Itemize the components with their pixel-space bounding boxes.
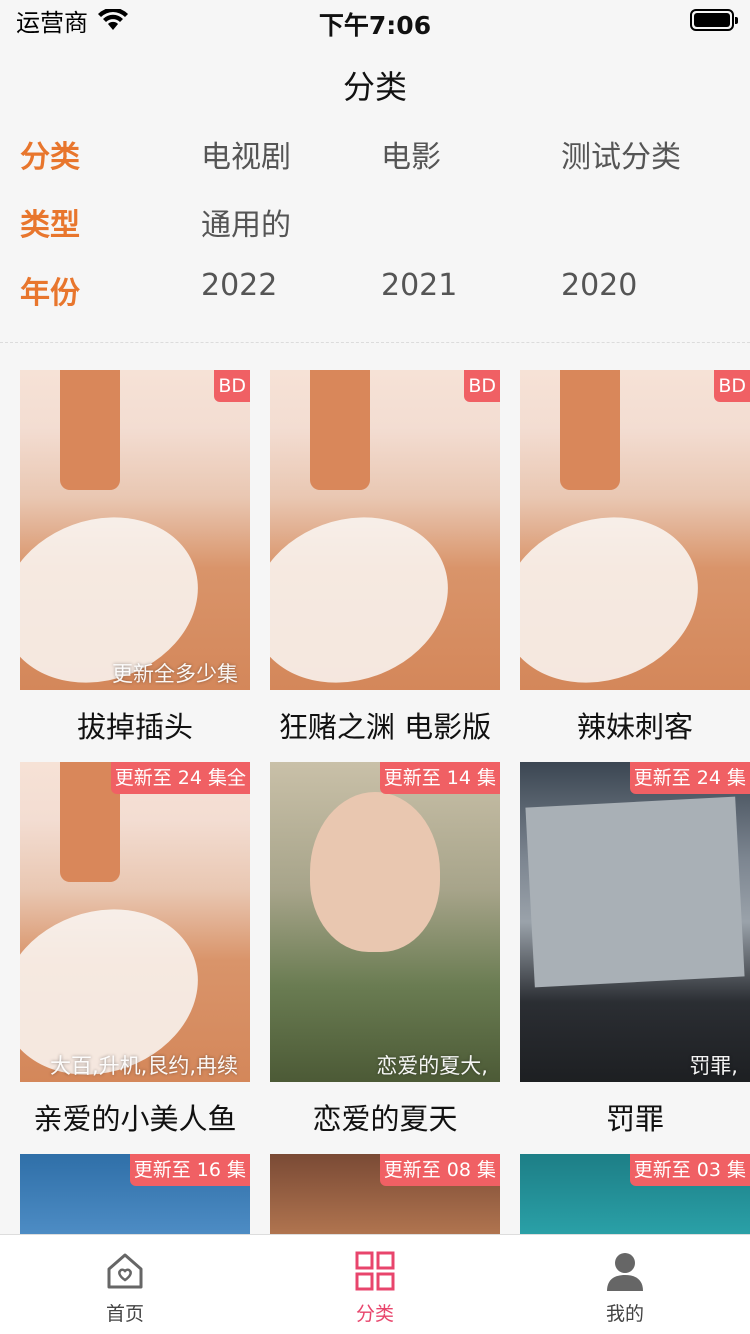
filter-option[interactable]: 2020 xyxy=(561,268,637,303)
poster-image[interactable]: BD xyxy=(270,370,500,690)
filter-option[interactable]: 通用的 xyxy=(201,200,291,244)
poster-image[interactable]: BD 更新全多少集 xyxy=(20,370,250,690)
poster-image[interactable]: 更新至 14 集 恋爱的夏大, xyxy=(270,762,500,1082)
video-card[interactable]: 更新至 14 集 恋爱的夏大, 恋爱的夏天 xyxy=(270,762,500,1138)
poster-image[interactable]: 更新至 24 集全 大百,升机,艮约,冉续 xyxy=(20,762,250,1082)
status-left: 运营商 xyxy=(16,3,128,38)
filter-option[interactable]: 电影 xyxy=(381,132,441,176)
video-card[interactable]: 更新至 24 集全 大百,升机,艮约,冉续 亲爱的小美人鱼 xyxy=(20,762,250,1138)
poster-caption: 大百,升机,艮约,冉续 xyxy=(49,1054,238,1078)
poster-image[interactable]: 更新至 03 集 xyxy=(520,1154,750,1234)
tab-label: 我的 xyxy=(605,1303,644,1325)
status-badge: 更新至 24 集 xyxy=(629,762,750,794)
poster-image[interactable]: 更新至 24 集 罚罪, xyxy=(520,762,750,1082)
video-title[interactable]: 亲爱的小美人鱼 xyxy=(20,1096,250,1138)
status-badge: BD xyxy=(464,370,500,402)
home-icon xyxy=(107,1253,143,1289)
filter-option[interactable]: 2022 xyxy=(201,268,277,303)
battery-icon xyxy=(690,9,738,31)
video-card[interactable]: 更新至 24 集 罚罪, 罚罪 xyxy=(520,762,750,1138)
poster-image[interactable]: 更新至 08 集 xyxy=(270,1154,500,1234)
status-badge: 更新至 08 集 xyxy=(379,1154,500,1186)
tab-home[interactable]: 首页 xyxy=(0,1235,250,1334)
status-badge: 更新至 03 集 xyxy=(629,1154,750,1186)
divider xyxy=(0,342,750,343)
video-card[interactable]: BD 辣妹刺客 xyxy=(520,370,750,746)
video-card[interactable]: 更新至 08 集 xyxy=(270,1154,500,1234)
tab-label: 分类 xyxy=(355,1303,394,1325)
video-card[interactable]: BD 狂赌之渊 电影版 xyxy=(270,370,500,746)
status-badge: 更新至 16 集 xyxy=(129,1154,250,1186)
tab-mine[interactable]: 我的 xyxy=(500,1235,750,1334)
status-badge: 更新至 24 集全 xyxy=(110,762,250,794)
tab-category[interactable]: 分类 xyxy=(250,1235,500,1334)
grid-icon xyxy=(355,1251,395,1291)
filter-label: 分类 xyxy=(20,140,80,175)
tab-bar: 首页 分类 我的 xyxy=(0,1234,750,1334)
status-badge: 更新至 14 集 xyxy=(379,762,500,794)
video-card[interactable]: 更新至 16 集 xyxy=(20,1154,250,1234)
user-icon xyxy=(607,1253,643,1291)
video-title[interactable]: 辣妹刺客 xyxy=(520,704,750,746)
video-title[interactable]: 拔掉插头 xyxy=(20,704,250,746)
filter-label: 年份 xyxy=(20,276,80,311)
video-card[interactable]: BD 更新全多少集 拔掉插头 xyxy=(20,370,250,746)
video-title[interactable]: 狂赌之渊 电影版 xyxy=(270,704,500,746)
filter-option[interactable]: 2021 xyxy=(381,268,457,303)
filter-label: 类型 xyxy=(20,208,80,243)
page-title: 分类 xyxy=(342,68,407,106)
wifi-icon xyxy=(98,9,128,30)
filter-panel: 分类 电视剧 电影 测试分类 类型 通用的 年份 2022 2021 2020 xyxy=(0,120,750,324)
filter-option[interactable]: 测试分类 xyxy=(561,132,681,176)
poster-image[interactable]: 更新至 16 集 xyxy=(20,1154,250,1234)
filter-option[interactable]: 电视剧 xyxy=(201,132,291,176)
poster-caption: 罚罪, xyxy=(689,1054,738,1078)
video-title[interactable]: 罚罪 xyxy=(520,1096,750,1138)
poster-caption: 恋爱的夏大, xyxy=(376,1054,488,1078)
poster-caption: 更新全多少集 xyxy=(112,662,238,686)
video-title[interactable]: 恋爱的夏天 xyxy=(270,1096,500,1138)
status-badge: BD xyxy=(214,370,250,402)
poster-image[interactable]: BD xyxy=(520,370,750,690)
filter-row-type: 类型 通用的 xyxy=(0,188,750,256)
status-bar: 运营商 xyxy=(0,0,750,40)
carrier-label: 运营商 xyxy=(16,8,88,37)
status-badge: BD xyxy=(714,370,750,402)
tab-label: 首页 xyxy=(105,1303,144,1325)
filter-row-year: 年份 2022 2021 2020 xyxy=(0,256,750,324)
video-card[interactable]: 更新至 03 集 xyxy=(520,1154,750,1234)
filter-row-category: 分类 电视剧 电影 测试分类 xyxy=(0,120,750,188)
